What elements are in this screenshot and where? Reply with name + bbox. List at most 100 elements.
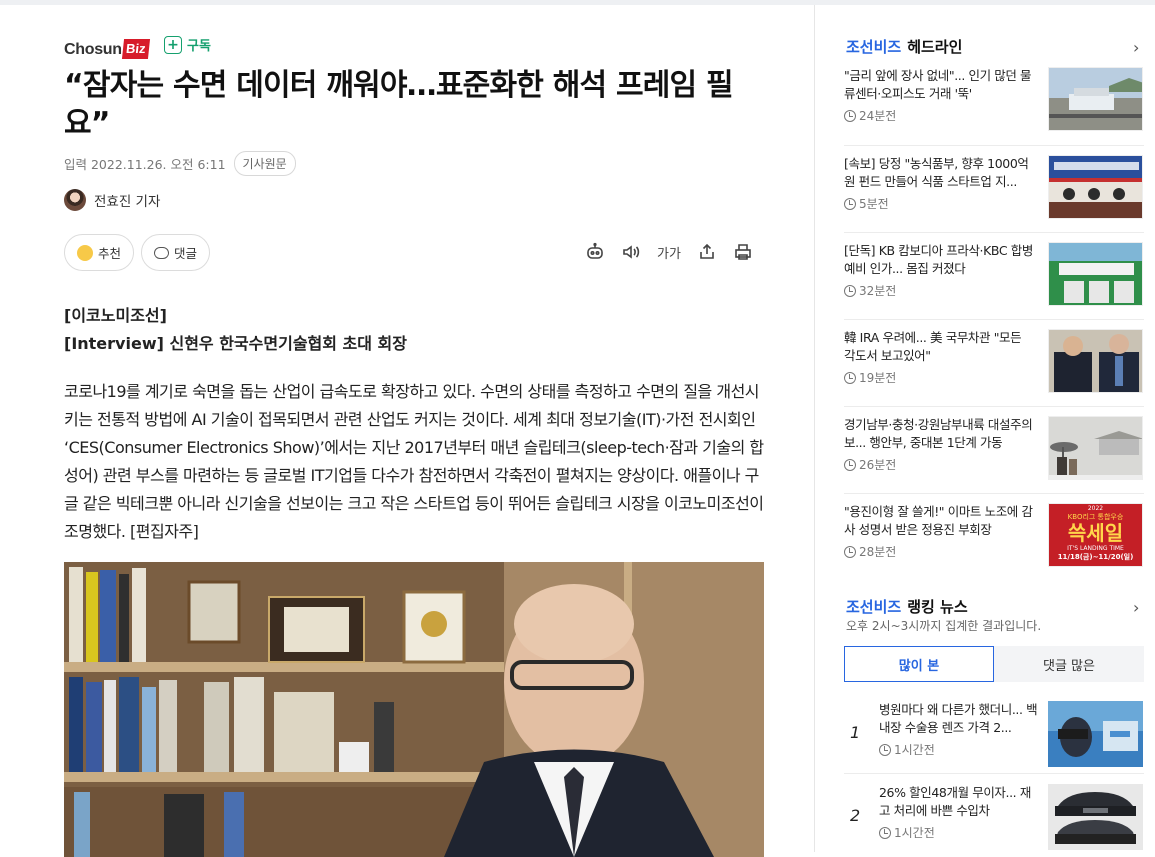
divider	[844, 232, 1144, 233]
clock-icon	[844, 371, 856, 384]
tab-most-viewed[interactable]: 많이 본	[844, 646, 994, 682]
headline-item[interactable]: 경기남부·충청·강원남부내륙 대설주의보... 행안부, 중대본 1단계 가동 …	[844, 416, 1144, 486]
chevron-right-icon[interactable]: ›	[1133, 38, 1139, 57]
interview-photo	[64, 562, 764, 857]
reaction-buttons: 추천 댓글	[64, 234, 211, 271]
time-text: 32분전	[859, 284, 897, 298]
smile-icon	[77, 244, 93, 261]
promo-title: 쓱세일	[1067, 521, 1124, 545]
recommend-label: 추천	[98, 246, 122, 261]
time-text: 5분전	[859, 197, 889, 211]
clock-icon	[844, 109, 856, 122]
headline-thumbnail	[1048, 155, 1143, 219]
logo-text: Chosun	[64, 41, 122, 58]
headline-item[interactable]: [속보] 당정 "농식품부, 향후 1000억원 펀드 만들어 식품 스타트업 …	[844, 155, 1144, 225]
divider	[844, 406, 1144, 407]
headline-item[interactable]: [단독] KB 캄보디아 프라삭·KBC 합병 예비 인가... 몸집 커졌다 …	[844, 242, 1144, 312]
headline-thumbnail	[1048, 416, 1143, 480]
ranking-thumbnail	[1048, 701, 1143, 767]
author[interactable]: 전효진 기자	[64, 189, 160, 211]
article-lead: 코로나19를 계기로 숙면을 돕는 산업이 급속도로 확장하고 있다. 수면의 …	[64, 382, 764, 541]
ranking-item-title: 병원마다 왜 다른가 했더니... 백내장 수술용 렌즈 가격 2...	[879, 702, 1038, 735]
author-name: 전효진 기자	[94, 194, 161, 210]
headline-item[interactable]: "금리 앞에 장사 없네"... 인기 많던 물류센터·오피스도 거래 '뚝' …	[844, 67, 1144, 137]
headline-item-time: 32분전	[844, 282, 896, 299]
share-icon[interactable]	[696, 241, 718, 263]
headline-title: 헤드라인	[907, 38, 963, 56]
headline-brand: 조선비즈	[846, 38, 902, 56]
promo-thumbnail: 2022 KBO리그 통합우승 쓱세일 IT'S LANDING TIME 11…	[1048, 503, 1143, 567]
ranking-item-time: 1시간전	[879, 824, 935, 841]
clock-icon	[844, 284, 856, 297]
headline-item-time: 24분전	[844, 107, 896, 124]
ranking-brand: 조선비즈	[846, 598, 902, 616]
recommend-button[interactable]: 추천	[64, 234, 135, 271]
interview-subject: 신현우 한국수면기술협회 초대 회장	[169, 334, 407, 353]
promo-year: 2022	[1087, 505, 1104, 512]
tab-most-commented[interactable]: 댓글 많은	[994, 646, 1144, 682]
ranking-item[interactable]: 1 병원마다 왜 다른가 했더니... 백내장 수술용 렌즈 가격 2... 1…	[844, 701, 1144, 767]
clock-icon	[879, 826, 891, 839]
font-size-label: 가가	[657, 246, 681, 262]
headline-item-title: "금리 앞에 장사 없네"... 인기 많던 물류센터·오피스도 거래 '뚝'	[844, 68, 1032, 101]
time-text: 24분전	[859, 109, 897, 123]
headline-item-time: 26분전	[844, 456, 896, 473]
divider	[844, 493, 1144, 494]
divider	[844, 145, 1144, 146]
headline-thumbnail	[1048, 329, 1143, 393]
original-article-link[interactable]: 기사원문	[233, 151, 296, 176]
headline-thumbnail	[1048, 67, 1143, 131]
promo-event: KBO리그 통합우승	[1067, 513, 1124, 521]
comment-icon	[154, 246, 170, 259]
headline-item-title: [속보] 당정 "농식품부, 향후 1000억원 펀드 만들어 식품 스타트업 …	[844, 156, 1029, 189]
comment-label: 댓글	[174, 246, 198, 261]
comment-button[interactable]: 댓글	[141, 234, 211, 271]
promo-dates: 11/18(금)~11/20(일)	[1057, 553, 1134, 561]
ranking-item[interactable]: 2 26% 할인48개월 무이자... 재고 처리에 바쁜 수입차 1시간전	[844, 784, 1144, 850]
time-text: 1시간전	[894, 743, 935, 757]
subscribe-label: 구독	[187, 39, 211, 54]
headline-item-title: 韓 IRA 우려에... 美 국무차관 "모든 각도서 보고있어"	[844, 330, 1022, 363]
chevron-right-icon[interactable]: ›	[1133, 598, 1139, 617]
headline-item-title: 경기남부·충청·강원남부내륙 대설주의보... 행안부, 중대본 1단계 가동	[844, 417, 1033, 450]
rank-number: 2	[850, 806, 861, 825]
headline-item-title: [단독] KB 캄보디아 프라삭·KBC 합병 예비 인가... 몸집 커졌다	[844, 243, 1033, 276]
clock-icon	[879, 743, 891, 756]
time-text: 1시간전	[894, 826, 935, 840]
logo-badge: Biz	[121, 39, 150, 59]
font-size-button[interactable]: 가가	[656, 241, 682, 263]
headline-item[interactable]: "용진이형 잘 쓸게!" 이마트 노조에 감사 성명서 받은 정용진 부회장 2…	[844, 503, 1144, 573]
divider	[844, 319, 1144, 320]
clock-icon	[844, 197, 856, 210]
published-date: 입력 2022.11.26. 오전 6:11	[64, 157, 226, 172]
print-icon[interactable]	[732, 241, 754, 263]
time-text: 28분전	[859, 545, 897, 559]
ranking-item-time: 1시간전	[879, 741, 935, 758]
chosunbiz-logo[interactable]: Chosun Biz	[64, 31, 150, 59]
plus-icon: +	[164, 35, 182, 54]
clock-icon	[844, 545, 856, 558]
article-main: Chosun Biz + 구독 “잠자는 수면 데이터 깨워야…표준화한 해석 …	[0, 5, 814, 857]
ranking-item-title: 26% 할인48개월 무이자... 재고 처리에 바쁜 수입차	[879, 785, 1031, 818]
interview-label: [Interview]	[64, 334, 164, 353]
ranking-section-title[interactable]: 조선비즈 랭킹 뉴스	[846, 596, 968, 617]
speaker-icon[interactable]	[620, 241, 642, 263]
rank-number: 1	[850, 723, 861, 742]
headline-item[interactable]: 韓 IRA 우려에... 美 국무차관 "모든 각도서 보고있어" 19분전	[844, 329, 1144, 399]
article-tools: 가가	[584, 241, 754, 263]
article-headline: “잠자는 수면 데이터 깨워야…표준화한 해석 프레임 필요”	[64, 68, 734, 141]
headline-thumbnail	[1048, 242, 1143, 306]
author-avatar	[64, 189, 86, 211]
sidebar: 조선비즈 헤드라인 › "금리 앞에 장사 없네"... 인기 많던 물류센터·…	[815, 5, 1155, 852]
headline-item-time: 19분전	[844, 369, 896, 386]
time-text: 26분전	[859, 458, 897, 472]
subscribe-button[interactable]: + 구독	[164, 35, 211, 54]
divider	[844, 773, 1144, 774]
ranking-subtitle: 오후 2시~3시까지 집계한 결과입니다.	[846, 619, 1042, 633]
series-label: [이코노미조선]	[64, 306, 167, 325]
headline-section-title[interactable]: 조선비즈 헤드라인	[846, 36, 962, 57]
time-text: 19분전	[859, 371, 897, 385]
summary-bot-icon[interactable]	[584, 241, 606, 263]
headline-item-time: 5분전	[844, 195, 889, 212]
article-intro: [이코노미조선] [Interview] 신현우 한국수면기술협회 초대 회장	[64, 302, 407, 358]
